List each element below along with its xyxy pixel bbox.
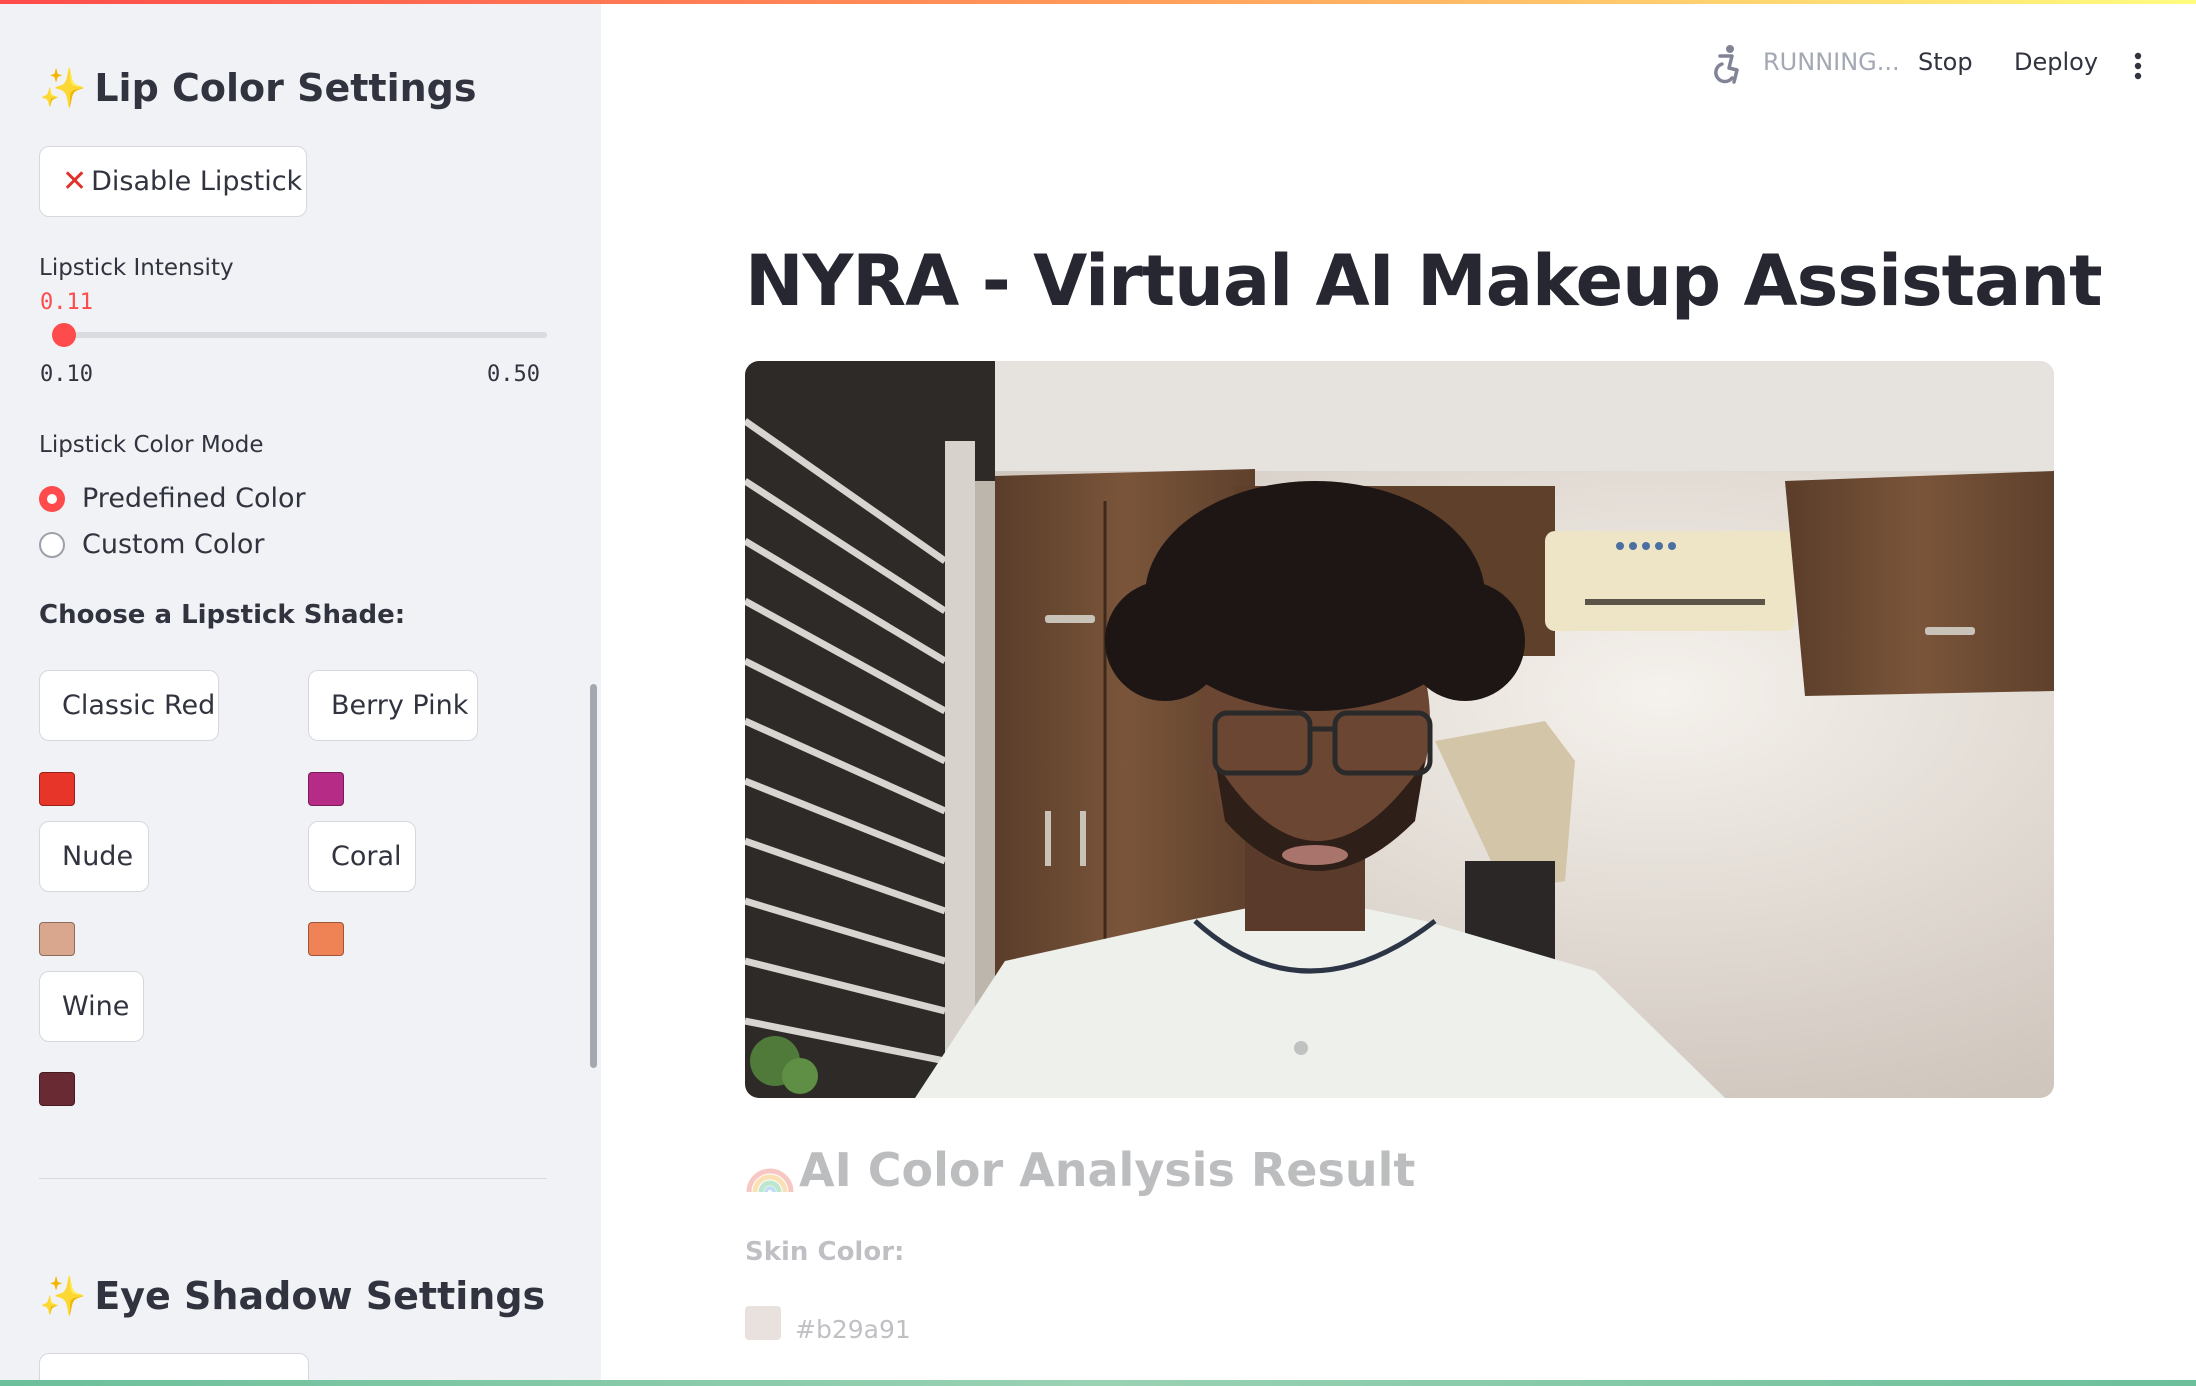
radio-custom-label: Custom Color [82,529,265,560]
disable-lipstick-button[interactable]: ✕ Disable Lipstick [39,146,307,217]
swatch-coral [308,922,344,956]
skin-color-hex: #b29a91 [795,1315,911,1344]
shade-button-coral[interactable]: Coral [308,821,416,892]
sidebar: ✨ Lip Color Settings ✕ Disable Lipstick Li… [0,0,601,1386]
swatch-classic-red [39,772,75,806]
shade-label: Choose a Lipstick Shade: [39,600,406,630]
shade-button-wine[interactable]: Wine [39,971,144,1042]
intensity-slider-thumb[interactable] [52,323,77,347]
rainbow-icon [745,1143,799,1197]
running-status: RUNNING... [1763,48,1900,76]
running-person-icon [1710,44,1744,90]
skin-color-label: Skin Color: [745,1237,905,1267]
color-analysis-heading-text: AI Color Analysis Result [799,1143,1416,1197]
swatch-nude [39,922,75,956]
lip-settings-heading-text: Lip Color Settings [94,66,477,110]
eye-shadow-heading-text: Eye Shadow Settings [94,1274,546,1318]
shade-nude-label: Nude [62,841,134,872]
radio-custom-color[interactable]: Custom Color [39,529,265,560]
color-mode-label: Lipstick Color Mode [39,432,264,458]
intensity-min: 0.10 [40,362,93,387]
shade-button-berry-pink[interactable]: Berry Pink [308,670,478,741]
shade-wine-label: Wine [62,991,130,1022]
bottom-decoration-bar [0,1380,2196,1386]
eye-shadow-heading: ✨ Eye Shadow Settings [39,1274,545,1319]
lip-settings-heading: ✨ Lip Color Settings [39,66,476,111]
swatch-berry-pink [308,772,344,806]
intensity-max: 0.50 [487,362,540,387]
sparkle-icon: ✨ [39,1274,87,1318]
webcam-video-feed [745,361,2054,1098]
radio-predefined-label: Predefined Color [82,483,306,514]
intensity-slider-track[interactable] [52,332,547,338]
intensity-label: Lipstick Intensity [39,255,234,281]
radio-unselected-icon [39,531,65,558]
stop-button[interactable]: Stop [1918,48,1973,76]
shade-berry-pink-label: Berry Pink [331,690,469,721]
radio-predefined-color[interactable]: Predefined Color [39,483,306,514]
disable-lipstick-label: Disable Lipstick [91,166,303,197]
shade-button-classic-red[interactable]: Classic Red [39,670,219,741]
shade-classic-red-label: Classic Red [62,690,216,721]
shade-button-nude[interactable]: Nude [39,821,149,892]
page-title: NYRA - Virtual AI Makeup Assistant [745,240,2103,322]
skin-color-swatch [745,1306,781,1340]
swatch-wine [39,1072,75,1106]
kebab-menu-icon[interactable] [2133,52,2143,88]
radio-selected-icon [39,485,65,512]
top-decoration-bar [0,0,2196,4]
deploy-button[interactable]: Deploy [2014,48,2098,76]
sidebar-scrollbar[interactable] [590,684,597,1068]
intensity-value: 0.11 [40,290,93,315]
cross-icon: ✕ [62,164,88,199]
color-analysis-heading: AI Color Analysis Result [745,1143,1415,1197]
sidebar-divider [39,1178,547,1179]
shade-coral-label: Coral [331,841,402,872]
sparkle-icon: ✨ [39,66,87,110]
